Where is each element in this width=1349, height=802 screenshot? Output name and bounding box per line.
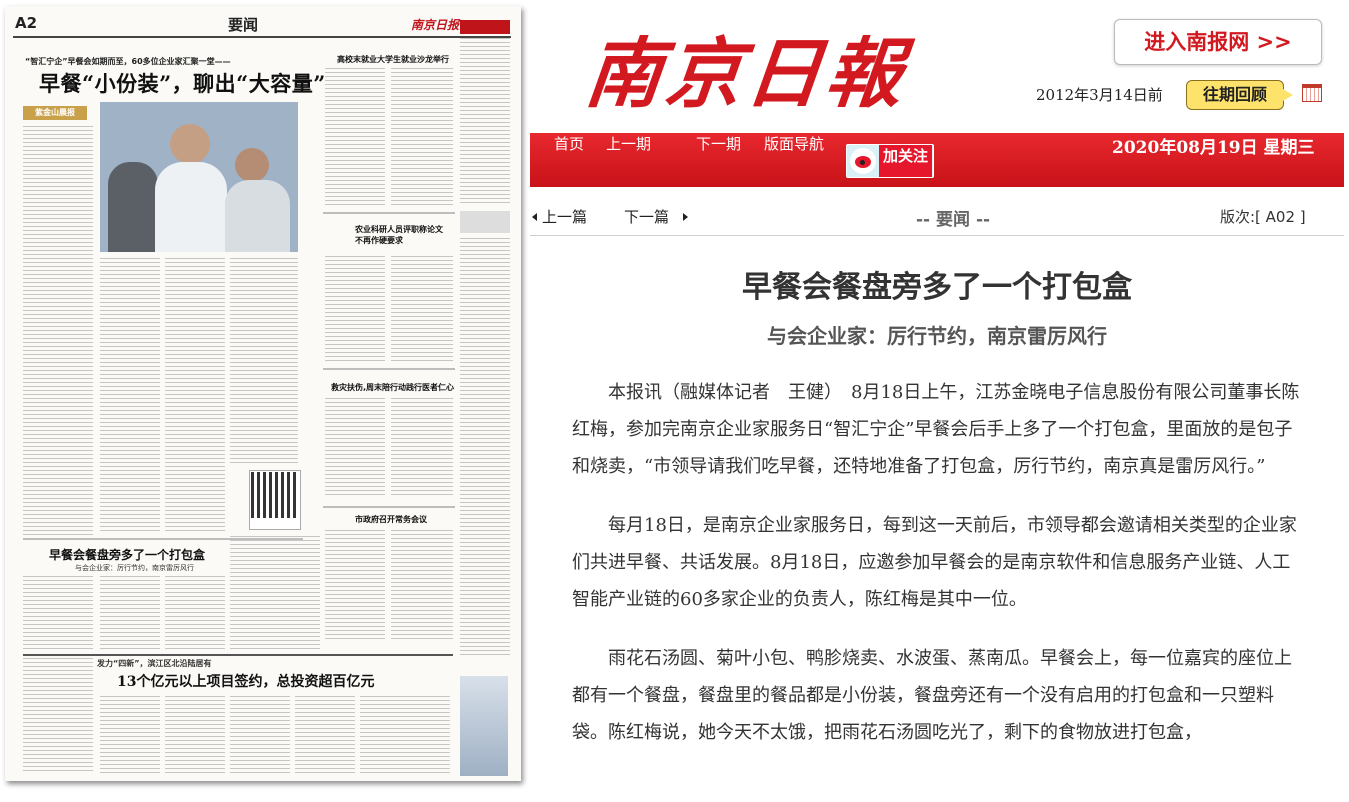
bottom-kicker[interactable]: 发力“四新”，滨江区北沿陆居有 xyxy=(97,658,212,669)
story-headline[interactable]: 农业科研人员评职称论文不再作硬要求 xyxy=(355,224,445,246)
text-column[interactable] xyxy=(360,696,450,774)
next-arrow-icon xyxy=(683,213,688,221)
text-column[interactable] xyxy=(230,258,298,463)
article-paragraph: 雨花石汤圆、菊叶小包、鸭胗烧卖、水波蛋、蒸南瓜。早餐会上，每一位嘉宾的座位上都有… xyxy=(572,648,1292,743)
text-column[interactable] xyxy=(391,530,453,640)
nav-page-navigation[interactable]: 版面导航 xyxy=(764,133,824,187)
building-photo[interactable] xyxy=(460,676,508,776)
sidebar-banner xyxy=(460,20,510,34)
text-column[interactable] xyxy=(165,258,225,533)
text-column[interactable] xyxy=(100,696,160,774)
newspaper-page-image[interactable]: A2 要闻 南京日报 “智汇宁企”早餐会如期而至，60多位企业家汇聚一堂—— 早… xyxy=(5,6,521,781)
text-column[interactable] xyxy=(325,256,385,361)
text-column[interactable] xyxy=(460,238,510,658)
nav-next-issue[interactable]: 下一期 xyxy=(696,133,741,187)
sponsor-logo: 紫金山晨报 xyxy=(23,106,87,120)
edition-number: 版次:[ A02 ] xyxy=(1220,208,1306,226)
text-column[interactable] xyxy=(100,258,160,533)
bottom-headline[interactable]: 13个亿元以上项目签约，总投资超百亿元 xyxy=(117,671,374,691)
prev-arrow-icon xyxy=(532,213,537,221)
page-number: A2 xyxy=(15,14,38,32)
weibo-follow-label: 加关注 xyxy=(879,145,933,177)
sidebar-logo xyxy=(460,211,510,233)
lead-photo[interactable] xyxy=(100,102,298,252)
text-column[interactable] xyxy=(295,696,355,774)
article-navbar: 上一篇 下一篇 -- 要闻 -- 版次:[ A02 ] xyxy=(530,199,1344,236)
article-body: 本报讯（融媒体记者 王健） 8月18日上午，江苏金晓电子信息股份有限公司董事长陈… xyxy=(572,374,1308,773)
nav-previous-issue[interactable]: 上一期 xyxy=(606,133,651,187)
page-header: A2 要闻 南京日报 xyxy=(13,14,511,38)
story-headline[interactable]: 高校末就业大学生就业沙龙举行 xyxy=(337,54,449,65)
text-column[interactable] xyxy=(391,256,453,361)
prev-article-link[interactable]: 上一篇 xyxy=(542,206,587,227)
text-column[interactable] xyxy=(165,696,225,774)
next-article-link[interactable]: 下一篇 xyxy=(624,206,669,227)
calendar-icon[interactable] xyxy=(1302,84,1322,102)
text-column[interactable] xyxy=(460,38,510,203)
text-column[interactable] xyxy=(325,530,385,640)
lead-headline[interactable]: 早餐“小份装”，聊出“大容量” xyxy=(39,68,326,98)
mini-logo: 南京日报 xyxy=(411,18,460,32)
text-column[interactable] xyxy=(230,696,290,774)
text-column[interactable] xyxy=(325,398,385,498)
text-column[interactable] xyxy=(23,576,93,651)
article-paragraph: 每月18日，是南京企业家服务日，每到这一天前后，市领导都会邀请相关类型的企业家们… xyxy=(572,515,1297,610)
article-subtitle: 与会企业家：厉行节约，南京雷厉风行 xyxy=(767,324,1107,348)
enter-site-button[interactable]: 进入南报网 >> xyxy=(1114,19,1322,65)
article-title: 早餐会餐盘旁多了一个打包盒 xyxy=(742,270,1132,305)
nav-home[interactable]: 首页 xyxy=(554,133,584,187)
text-column[interactable] xyxy=(165,576,225,651)
page-section: 要闻 xyxy=(228,16,259,34)
history-archive-button[interactable]: 往期回顾 xyxy=(1186,80,1293,110)
text-column[interactable] xyxy=(325,68,385,208)
weibo-icon xyxy=(850,148,876,174)
text-column[interactable] xyxy=(391,398,453,498)
section-name: -- 要闻 -- xyxy=(916,210,991,230)
masthead-logo[interactable]: 南京日報 xyxy=(581,18,910,130)
qr-code-icon xyxy=(251,472,297,518)
text-column[interactable] xyxy=(230,536,320,651)
current-date: 2020年08月19日 星期三 xyxy=(1112,138,1315,158)
text-column[interactable] xyxy=(100,576,160,651)
text-column[interactable] xyxy=(23,126,93,536)
lead-kicker[interactable]: “智汇宁企”早餐会如期而至，60多位企业家汇聚一堂—— xyxy=(25,56,231,67)
article-headline-thumb[interactable]: 早餐会餐盘旁多了一个打包盒 xyxy=(49,546,205,563)
weibo-follow-button[interactable]: 加关注 xyxy=(846,144,934,178)
history-date: 2012年3月14日前 xyxy=(1036,86,1163,104)
story-headline[interactable]: 救灾扶伤,周末陪行动践行医者仁心 xyxy=(331,382,454,393)
text-column[interactable] xyxy=(391,68,453,208)
article-paragraph: 本报讯（融媒体记者 王健） 8月18日上午，江苏金晓电子信息股份有限公司董事长陈… xyxy=(572,382,1300,477)
article-subheadline-thumb[interactable]: 与会企业家：厉行节约，南京雷厉风行 xyxy=(75,563,194,573)
text-column[interactable] xyxy=(23,658,93,773)
masthead-text: 南京日報 xyxy=(581,29,911,118)
story-headline[interactable]: 市政府召开常务会议 xyxy=(355,514,427,525)
